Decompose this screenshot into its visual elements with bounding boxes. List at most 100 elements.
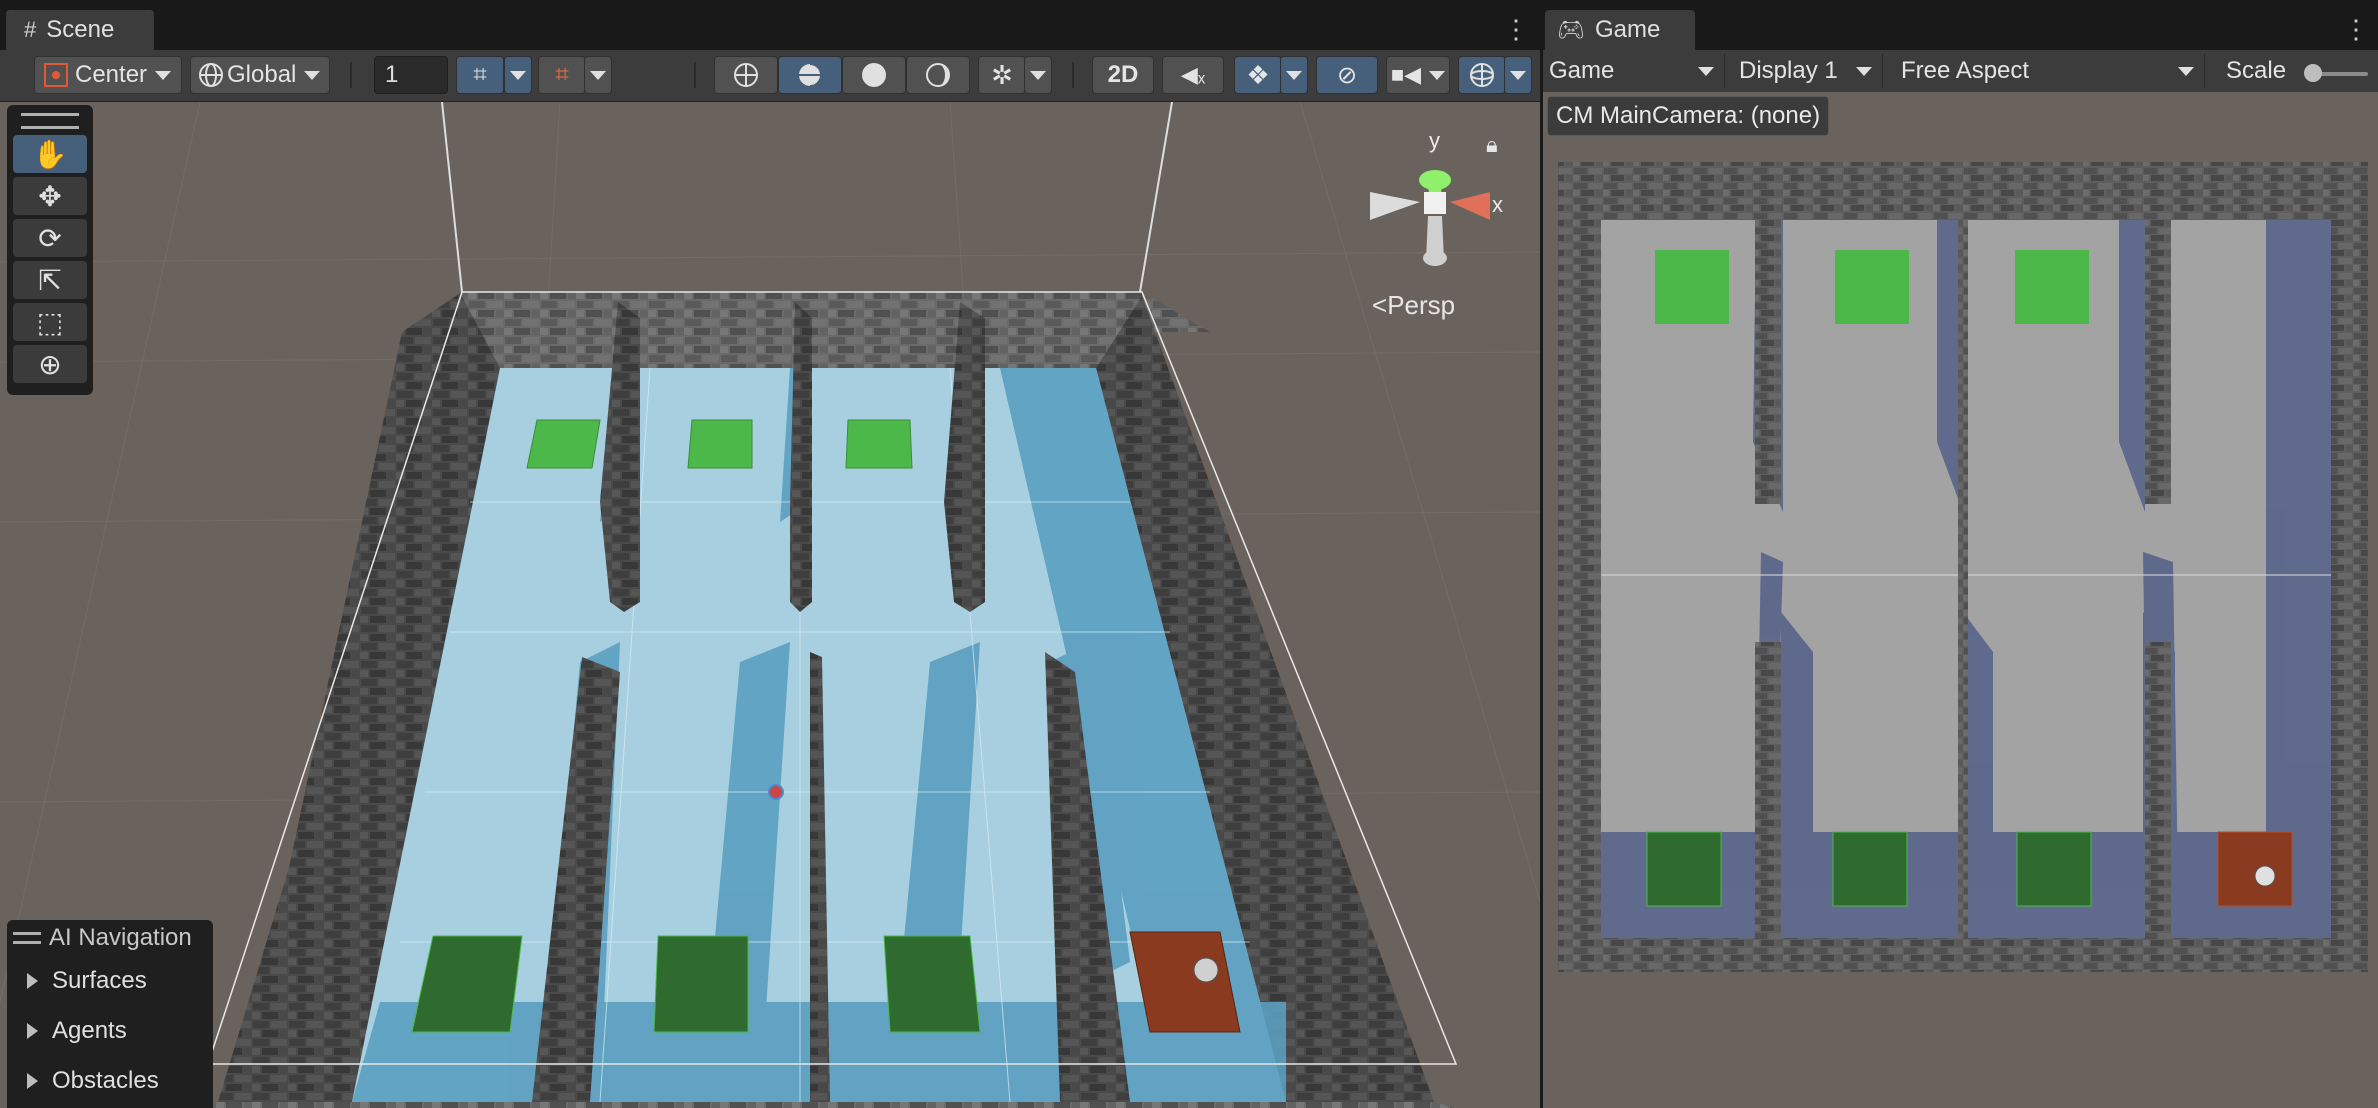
scale-label: Scale bbox=[2226, 57, 2287, 84]
wireframe-draw-mode-button[interactable] bbox=[714, 56, 778, 94]
scene-viewport[interactable] bbox=[0, 102, 1540, 1108]
partition-wall-2 bbox=[1958, 174, 1968, 960]
perspective-icon: < bbox=[1372, 290, 1388, 320]
ai-navigation-header[interactable]: AI Navigation bbox=[7, 920, 213, 956]
ai-nav-item-agents[interactable]: Agents bbox=[7, 1006, 213, 1056]
snap-increment-field[interactable]: 1 bbox=[374, 56, 448, 94]
pivot-label: Center bbox=[75, 61, 148, 88]
drag-handle-icon bbox=[13, 932, 41, 944]
audio-mute-toggle[interactable]: ◀ₓ bbox=[1162, 56, 1224, 94]
goal-pad-2 bbox=[1835, 250, 1909, 324]
ai-nav-item-label: Surfaces bbox=[52, 967, 147, 994]
display-select[interactable]: Display 1 bbox=[1733, 54, 1883, 88]
wireframe-sphere-icon bbox=[734, 63, 758, 87]
start-pad-2 bbox=[653, 935, 749, 1033]
perspective-toggle[interactable]: <Persp bbox=[1372, 290, 1455, 321]
camera-settings-button[interactable]: ■◀ bbox=[1386, 56, 1450, 94]
scale-slider-knob[interactable] bbox=[2304, 64, 2322, 82]
globe-icon bbox=[199, 63, 223, 87]
partition-wall-4 bbox=[1755, 642, 1781, 960]
grid-hash-icon: # bbox=[24, 17, 37, 42]
effects-toggle[interactable]: ❖ bbox=[1234, 56, 1282, 94]
shaded-sphere-icon bbox=[862, 63, 886, 87]
game-menu-kebab-icon[interactable]: ⋮ bbox=[2343, 16, 2369, 42]
start-pad-1 bbox=[1646, 831, 1722, 907]
game-tabbar: 🎮︎ Game ⋮ bbox=[1543, 0, 2378, 50]
move-tool-button[interactable]: ✥ bbox=[13, 177, 87, 215]
grid-snap-dropdown[interactable] bbox=[504, 56, 532, 94]
light-gizmo-icon[interactable] bbox=[768, 784, 784, 800]
pivot-icon bbox=[44, 63, 68, 87]
scene-menu-kebab-icon[interactable]: ⋮ bbox=[1503, 16, 1529, 42]
view-type-label: Game bbox=[1549, 57, 1615, 84]
chevron-down-icon bbox=[590, 70, 606, 80]
debug-draw-mode-dropdown[interactable] bbox=[1024, 56, 1052, 94]
grid-icon: ⌗ bbox=[555, 61, 569, 88]
lock-icon[interactable]: 🔒︎ bbox=[1486, 132, 1498, 158]
space-global-dropdown[interactable]: Global bbox=[190, 56, 330, 94]
unlit-sphere-icon bbox=[926, 63, 950, 87]
agent-ball[interactable] bbox=[1193, 957, 1219, 983]
camera-frustum-line bbox=[441, 102, 463, 293]
perspective-label: Persp bbox=[1387, 290, 1456, 320]
transform-tool-button[interactable]: ⊕ bbox=[13, 345, 87, 383]
unlit-draw-mode-button[interactable] bbox=[906, 56, 970, 94]
ai-navigation-overlay: AI Navigation Surfaces Agents Obstacles bbox=[7, 920, 213, 1108]
rotate-icon: ⟳ bbox=[38, 222, 62, 254]
effects-dropdown[interactable] bbox=[1280, 56, 1308, 94]
scene-tools-overlay: ✋ ✥ ⟳ ⇱ ⬚ ⊕ bbox=[7, 105, 93, 395]
move-arrows-icon: ✥ bbox=[38, 180, 62, 212]
pivot-center-dropdown[interactable]: Center bbox=[34, 56, 182, 94]
chevron-down-icon bbox=[510, 70, 526, 80]
game-panel: 🎮︎ Game ⋮ Game Display 1 Free Aspect Sca… bbox=[1543, 0, 2378, 1108]
speaker-mute-icon: ◀ₓ bbox=[1180, 62, 1206, 87]
goal-pad-2 bbox=[687, 419, 753, 469]
chevron-down-icon bbox=[2178, 67, 2194, 76]
aspect-select[interactable]: Free Aspect bbox=[1895, 54, 2205, 88]
goal-pad-3 bbox=[2015, 250, 2089, 324]
hand-icon: ✋ bbox=[32, 138, 68, 170]
gizmos-toggle[interactable] bbox=[1458, 56, 1506, 94]
game-view[interactable]: CM MainCamera: (none) bbox=[1543, 92, 2378, 1108]
shaded-draw-mode-button[interactable] bbox=[842, 56, 906, 94]
partition-wall-6 bbox=[2145, 642, 2171, 960]
camera-icon: ■◀ bbox=[1390, 62, 1422, 87]
grid-visibility-toggle[interactable]: ⌗ bbox=[538, 56, 586, 94]
ai-nav-item-label: Obstacles bbox=[52, 1067, 159, 1094]
ai-nav-item-surfaces[interactable]: Surfaces bbox=[7, 956, 213, 1006]
agent-ball bbox=[2254, 865, 2276, 887]
start-pad-3 bbox=[2016, 831, 2092, 907]
grid-visibility-dropdown[interactable] bbox=[584, 56, 612, 94]
scale-tool-button[interactable]: ⇱ bbox=[13, 261, 87, 299]
tab-scene[interactable]: # Scene bbox=[6, 10, 154, 50]
expand-triangle-icon bbox=[27, 973, 38, 989]
goal-pad-3 bbox=[845, 419, 913, 469]
toolbar-divider bbox=[694, 62, 696, 88]
gizmos-dropdown[interactable] bbox=[1504, 56, 1532, 94]
drag-handle-icon[interactable] bbox=[21, 113, 79, 129]
partition-wall-1 bbox=[1755, 174, 1781, 504]
shaded-wireframe-draw-mode-button[interactable] bbox=[778, 56, 842, 94]
grid-snap-toggle[interactable]: ⌗ bbox=[456, 56, 504, 94]
transform-icon: ⊕ bbox=[38, 348, 62, 380]
rect-tool-button[interactable]: ⬚ bbox=[13, 303, 87, 341]
start-pad-3 bbox=[883, 935, 981, 1033]
scene-panel: # Scene ⋮ Center Global 1 ⌗ ⌗ ✲ 2D ◀ₓ ❖ … bbox=[0, 0, 1540, 1108]
grid-snap-icon: ⌗ bbox=[473, 61, 487, 88]
scene-tabbar: # Scene ⋮ bbox=[0, 0, 1540, 50]
game-toolbar: Game Display 1 Free Aspect Scale bbox=[1543, 50, 2378, 92]
debug-draw-mode-button[interactable]: ✲ bbox=[978, 56, 1026, 94]
2d-mode-toggle[interactable]: 2D bbox=[1092, 56, 1154, 94]
tab-scene-label: Scene bbox=[46, 16, 115, 43]
ai-nav-item-obstacles[interactable]: Obstacles bbox=[7, 1056, 213, 1106]
chevron-down-icon bbox=[304, 70, 321, 80]
tab-game[interactable]: 🎮︎ Game bbox=[1545, 10, 1695, 50]
view-type-select[interactable]: Game bbox=[1543, 54, 1725, 88]
hidden-objects-toggle[interactable]: ⊘ bbox=[1316, 56, 1378, 94]
goal-pad-1 bbox=[1655, 250, 1729, 324]
toolbar-divider bbox=[1072, 62, 1074, 88]
view-tool-button[interactable]: ✋ bbox=[13, 135, 87, 173]
rotate-tool-button[interactable]: ⟳ bbox=[13, 219, 87, 257]
chevron-down-icon bbox=[1856, 67, 1872, 76]
gizmo-y-label: y bbox=[1429, 130, 1440, 153]
